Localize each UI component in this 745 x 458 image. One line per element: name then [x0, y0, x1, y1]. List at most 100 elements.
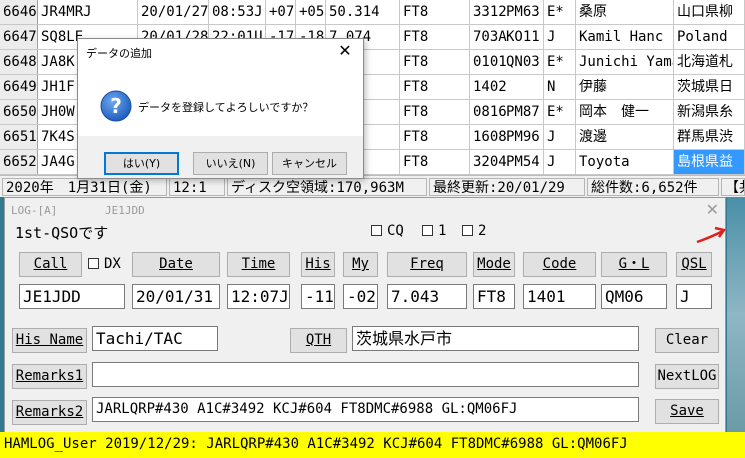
mode-button[interactable]: Mode	[473, 252, 515, 277]
his-button[interactable]: His	[301, 252, 335, 277]
remarks1-field[interactable]	[92, 362, 639, 387]
dx-checkbox-label: DX	[104, 256, 121, 272]
dialog-message: データを登録してよろしいですか？	[138, 101, 314, 114]
log-window: LOG-[A] JE1JDD ✕ 1st-QSOです CQ 1 2 Call D…	[4, 197, 726, 458]
table-row[interactable]: 6646 JR4MRJ 20/01/27 08:53J +07 +05 50.314 FT8 3…	[0, 0, 745, 25]
table-cell-freq: 50.314	[326, 0, 400, 24]
table-cell-no: 6647	[0, 25, 38, 49]
status-total: 総件数:6,652件	[587, 178, 719, 196]
my-button[interactable]: My	[343, 252, 378, 277]
cq-checkbox[interactable]: CQ	[371, 223, 404, 239]
table-cell-mode: FT8	[400, 50, 470, 74]
status-disk: ディスク空領域:170,963M	[227, 178, 427, 196]
qth-button[interactable]: QTH	[290, 328, 347, 353]
table-cell-mode: FT8	[400, 150, 470, 174]
his-field[interactable]: -11	[301, 284, 335, 309]
table-cell-mode: FT8	[400, 100, 470, 124]
table-cell-gl: QN03	[503, 50, 544, 74]
check-1-label: 1	[438, 223, 447, 239]
table-cell-qth: 群馬県渋	[674, 125, 745, 149]
table-cell-name: 桑原	[576, 0, 674, 24]
table-cell-name: Kamil Hanc	[576, 25, 674, 49]
status-date: 2020年 1月31日(金)	[2, 178, 167, 196]
log-window-callsign: JE1JDD	[105, 204, 145, 217]
table-cell-gl: KO11	[503, 25, 544, 49]
table-cell-qth: 島根県益	[674, 150, 745, 174]
dx-checkbox[interactable]: DX	[88, 256, 121, 272]
table-cell-gl: PM54	[503, 150, 544, 174]
nextlog-button[interactable]: NextLOG	[655, 364, 719, 389]
table-cell-qth: 新潟県糸	[674, 100, 745, 124]
table-cell-e: J	[544, 25, 576, 49]
table-cell-gl: PM63	[503, 0, 544, 24]
table-cell-name: 岡本 健一	[576, 100, 674, 124]
code-button[interactable]: Code	[523, 252, 596, 277]
time-field[interactable]: 12:07J	[227, 284, 290, 309]
table-cell-e: N	[544, 75, 576, 99]
table-cell-no: 6651	[0, 125, 38, 149]
qth-field[interactable]: 茨城県水戸市	[352, 326, 639, 351]
table-cell-e: E*	[544, 50, 576, 74]
table-cell-e: J	[544, 150, 576, 174]
table-cell-time: 08:53J	[209, 0, 266, 24]
call-field[interactable]: JE1JDD	[19, 284, 125, 309]
remarks2-field[interactable]: JARLQRP#430 A1C#3492 KCJ#604 FT8DMC#6988…	[92, 397, 639, 422]
table-cell-qth: 山口県柳	[674, 0, 745, 24]
status-extra: 【共	[721, 178, 745, 196]
save-button[interactable]: Save	[655, 399, 719, 424]
confirm-dialog: データの追加 ✕ ? データを登録してよろしいですか？ はい(Y) いいえ(N)…	[77, 38, 364, 179]
table-cell-name: Junichi Yama	[576, 50, 674, 74]
table-cell-mode: FT8	[400, 75, 470, 99]
table-cell-e: J	[544, 125, 576, 149]
freq-field[interactable]: 7.043	[387, 284, 467, 309]
hamlog-user-bar: HAMLOG_User 2019/12/29: JARLQRP#430 A1C#…	[0, 432, 745, 458]
desktop-background-strip	[727, 197, 745, 432]
date-button[interactable]: Date	[132, 252, 220, 277]
table-cell-his: +07	[266, 0, 296, 24]
clear-button[interactable]: Clear	[655, 328, 719, 353]
table-cell-qth: 茨城県日	[674, 75, 745, 99]
table-cell-no: 6650	[0, 100, 38, 124]
my-field[interactable]: -02	[343, 284, 378, 309]
gl-button[interactable]: G・L	[601, 252, 667, 277]
check-1-checkbox[interactable]: 1	[422, 223, 446, 239]
table-cell-mode: FT8	[400, 125, 470, 149]
table-cell-mode: FT8	[400, 0, 470, 24]
qsl-button[interactable]: QSL	[676, 252, 712, 277]
status-last-update: 最終更新:20/01/29	[429, 178, 585, 196]
cancel-button[interactable]: キャンセル	[272, 152, 347, 175]
table-cell-gl: PM96	[503, 125, 544, 149]
table-cell-name: Toyota	[576, 150, 674, 174]
yes-button[interactable]: はい(Y)	[104, 152, 179, 175]
red-arrow-icon	[696, 226, 727, 244]
table-cell-gl: PM87	[503, 100, 544, 124]
log-window-close-icon[interactable]: ✕	[706, 200, 719, 219]
check-2-label: 2	[478, 223, 487, 239]
check-2-checkbox[interactable]: 2	[462, 223, 486, 239]
mode-field[interactable]: FT8	[473, 284, 515, 309]
code-field[interactable]: 1401	[523, 284, 596, 309]
table-cell-my: +05	[296, 0, 326, 24]
question-icon: ?	[100, 90, 132, 122]
table-cell-no: 6648	[0, 50, 38, 74]
table-cell-e: E*	[544, 0, 576, 24]
status-time: 12:1	[169, 178, 225, 196]
time-button[interactable]: Time	[227, 252, 290, 277]
call-button[interactable]: Call	[19, 252, 82, 277]
freq-button[interactable]: Freq	[387, 252, 467, 277]
svg-text:?: ?	[110, 94, 122, 118]
table-cell-call: JR4MRJ	[38, 0, 138, 24]
dialog-title: データの追加	[86, 47, 152, 60]
no-button[interactable]: いいえ(N)	[193, 152, 268, 175]
remarks2-button[interactable]: Remarks2	[12, 400, 87, 425]
table-cell-qth: Poland	[674, 25, 745, 49]
table-cell-name: 伊藤	[576, 75, 674, 99]
dialog-close-icon[interactable]: ✕	[333, 41, 357, 63]
table-cell-qth: 北海道札	[674, 50, 745, 74]
qsl-field[interactable]: J	[676, 284, 712, 309]
remarks1-button[interactable]: Remarks1	[12, 364, 87, 389]
date-field[interactable]: 20/01/31	[132, 284, 220, 309]
his-name-field[interactable]: Tachi/TAC	[92, 326, 218, 351]
his-name-button[interactable]: His Name	[12, 328, 87, 353]
gl-field[interactable]: QM06	[601, 284, 667, 309]
